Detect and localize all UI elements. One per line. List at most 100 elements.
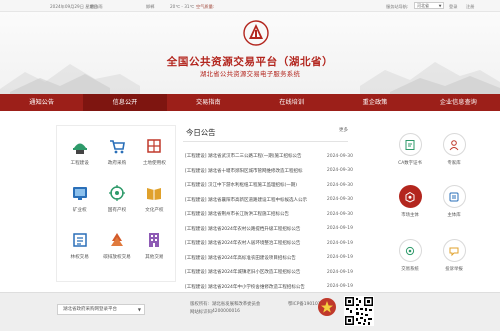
notice-date: 2024-09-30 <box>326 168 353 174</box>
notice-title[interactable]: [工程建设] 湖北省荆州市长江防洪工程施工招标公告 <box>185 211 313 217</box>
service-procurement[interactable]: 政府采购 <box>98 134 135 174</box>
notice-title[interactable]: [工程建设] 湖北省2024年城镇老旧小区改造工程招标公告 <box>185 269 313 275</box>
notice-item[interactable]: [工程建设] 湖北省2024年农村人居环境整治工程招标公告 2024-09-19 <box>185 236 353 251</box>
service-label: 政府采购 <box>107 161 127 166</box>
certificate-icon <box>405 139 415 150</box>
service-label: 碳排放权交易 <box>103 255 131 260</box>
notice-title[interactable]: [工程建设] 湖北省2024年中小学校舍维修改造工程招标公告 <box>185 284 313 290</box>
quick-link-label: 主体库 <box>447 213 461 218</box>
notice-title[interactable]: [工程建设] 湖北省十堰市郧阳区城市管网维修改造工程招标 <box>185 168 313 174</box>
qr-code-icon <box>344 296 374 326</box>
notice-title[interactable]: [工程建设] 汉江中下游水利枢纽工程施工监理招标(一期) <box>185 182 313 188</box>
related-sites-select[interactable]: 湖北省政府采购网登录平台 ▼ <box>57 304 145 315</box>
quick-link-expert[interactable]: 专家库 <box>436 133 472 166</box>
service-label: 矿业权 <box>72 208 87 213</box>
notice-date: 2024-09-19 <box>326 269 353 275</box>
notice-title[interactable]: [工程建设] 湖北省2024年高标准农田建设项目招标公告 <box>185 255 313 261</box>
other-icon <box>149 233 160 247</box>
chevron-down-icon: ▼ <box>438 4 442 8</box>
trade-system-icon <box>405 246 415 255</box>
notice-item[interactable]: [工程建设] 湖北省十堰市郧阳区城市管网维修改造工程招标 2024-09-30 <box>185 164 353 179</box>
service-culture[interactable]: 文化产权 <box>136 181 173 221</box>
region-select-value: 河北省 <box>417 3 429 8</box>
weather-text: 雷阵雨 <box>90 3 103 9</box>
notice-item[interactable]: [工程建设] 湖北省2024年高标准农田建设项目招标公告 2024-09-19 <box>185 251 353 266</box>
notice-title[interactable]: [工程建设] 湖北省2024年农村人居环境整治工程招标公告 <box>185 240 313 246</box>
subject-icon <box>449 192 459 201</box>
nav-item-online-training[interactable]: 在线培训 <box>250 94 333 111</box>
weather-city: 邯郸 <box>146 3 155 9</box>
quick-link-label: 交易系统 <box>401 267 419 272</box>
notice-item[interactable]: [工程建设] 汉江中下游水利枢纽工程施工监理招标(一期) 2024-09-30 <box>185 178 353 193</box>
notice-date: 2024-09-19 <box>326 284 353 290</box>
service-carbon[interactable]: 碳排放权交易 <box>98 228 135 268</box>
region-select-label: 服务站导航: <box>386 3 409 9</box>
forest-icon <box>72 233 87 247</box>
service-land[interactable]: 土地使用权 <box>136 134 173 174</box>
today-notices-title: 今日公告 <box>186 128 216 137</box>
quick-link-market[interactable]: 市场主体 <box>392 185 428 218</box>
service-mining[interactable]: 矿业权 <box>61 181 98 221</box>
engineering-icon <box>72 143 87 154</box>
nav-item-enterprise-query[interactable]: 企业信息查询 <box>417 94 500 111</box>
notice-title[interactable]: [工程建设] 湖北省武汉市二三公路工程(一期)施工招标公告 <box>185 153 313 159</box>
copyright-value: 湖北省发展和改革委员会 <box>212 302 261 307</box>
quick-link-complaint[interactable]: 投诉举报 <box>436 239 472 272</box>
service-forest[interactable]: 林权交易 <box>61 228 98 268</box>
notice-list: [工程建设] 湖北省武汉市二三公路工程(一期)施工招标公告 2024-09-30 … <box>185 149 353 294</box>
chevron-down-icon: ▼ <box>137 307 141 312</box>
service-label: 林权交易 <box>70 255 89 260</box>
login-link[interactable]: 登录 <box>449 4 457 10</box>
notice-date: 2024-09-30 <box>326 211 353 217</box>
notice-date: 2024-09-19 <box>326 255 353 261</box>
register-link[interactable]: 注册 <box>466 4 474 10</box>
site-footer: 湖北省政府采购网登录平台 ▼ 版权所有: 湖北省发展和改革委员会 网站标识码: … <box>0 292 500 331</box>
notice-date: 2024-09-19 <box>326 240 353 246</box>
main-nav: 通知公告 信息公开 交易指南 在线培训 重企政策 企业信息查询 <box>0 94 500 111</box>
carbon-icon <box>110 233 123 246</box>
notice-item[interactable]: [工程建设] 湖北省2024年城镇老旧小区改造工程招标公告 2024-09-19 <box>185 265 353 280</box>
quick-link-trade-system[interactable]: 交易系统 <box>392 239 428 272</box>
nav-item-policies[interactable]: 重企政策 <box>333 94 416 111</box>
expert-icon <box>449 139 459 150</box>
notice-item[interactable]: [工程建设] 湖北省武汉市二三公路工程(一期)施工招标公告 2024-09-30 <box>185 149 353 164</box>
notice-title[interactable]: [工程建设] 湖北省襄阳市高新区道路建设工程中标候选人公示 <box>185 197 313 203</box>
gov-badge-icon[interactable] <box>316 296 338 318</box>
quick-link-label: CA数字证书 <box>398 161 422 166</box>
more-link[interactable]: 更多 <box>339 127 348 133</box>
notice-item[interactable]: [工程建设] 湖北省襄阳市高新区道路建设工程中标候选人公示 2024-09-30 <box>185 193 353 208</box>
related-sites-select-value: 湖北省政府采购网登录平台 <box>63 307 117 312</box>
service-other[interactable]: 其他交易 <box>136 228 173 268</box>
quick-link-label: 投诉举报 <box>445 267 463 272</box>
nav-item-trade-guide[interactable]: 交易指南 <box>167 94 250 111</box>
top-utility-bar: 2024年09月29日 星期日 雷阵雨 邯郸 20℃ - 31℃ 空气质量: 服… <box>0 0 500 12</box>
site-code-value: 4200000016 <box>212 309 240 314</box>
culture-icon <box>147 188 162 200</box>
quick-link-ca-certificate[interactable]: CA数字证书 <box>392 133 428 166</box>
nav-item-notices[interactable]: 通知公告 <box>0 94 83 111</box>
notice-date: 2024-09-19 <box>326 226 353 232</box>
region-select[interactable]: 河北省 ▼ <box>414 2 444 9</box>
nav-item-info-disclosure[interactable]: 信息公开 <box>83 94 167 111</box>
service-engineering[interactable]: 工程建设 <box>61 134 98 174</box>
quick-link-label: 专家库 <box>447 161 461 166</box>
notice-item[interactable]: [工程建设] 湖北省荆州市长江防洪工程施工招标公告 2024-09-30 <box>185 207 353 222</box>
service-label: 其他交易 <box>145 255 164 260</box>
notice-date: 2024-09-30 <box>326 153 353 159</box>
weather-temperature: 20℃ - 31℃ <box>170 3 195 9</box>
quick-link-label: 市场主体 <box>401 213 419 218</box>
quick-link-subject[interactable]: 主体库 <box>436 185 472 218</box>
trade-category-panel: 工程建设 政府采购 土地使用权 矿业权 国有产权 文化产权 林权交易 碳排放权交… <box>56 125 176 282</box>
copyright-label: 版权所有: <box>190 302 210 307</box>
complaint-icon <box>449 247 459 256</box>
market-icon <box>405 191 415 203</box>
service-state-property[interactable]: 国有产权 <box>98 181 135 221</box>
notice-item[interactable]: [工程建设] 湖北省2024年农村公路提档升级工程招标公告 2024-09-19 <box>185 222 353 237</box>
property-icon <box>108 185 125 201</box>
quick-links-panel: CA数字证书 专家库 市场主体 主体库 交易系统 投诉举报 <box>392 125 472 282</box>
service-label: 国有产权 <box>107 208 127 213</box>
air-quality: 空气质量: <box>196 3 215 9</box>
platform-emblem-icon <box>243 20 269 46</box>
notice-title[interactable]: [工程建设] 湖北省2024年农村公路提档升级工程招标公告 <box>185 226 313 232</box>
site-title: 全国公共资源交易平台（湖北省） <box>166 56 334 68</box>
